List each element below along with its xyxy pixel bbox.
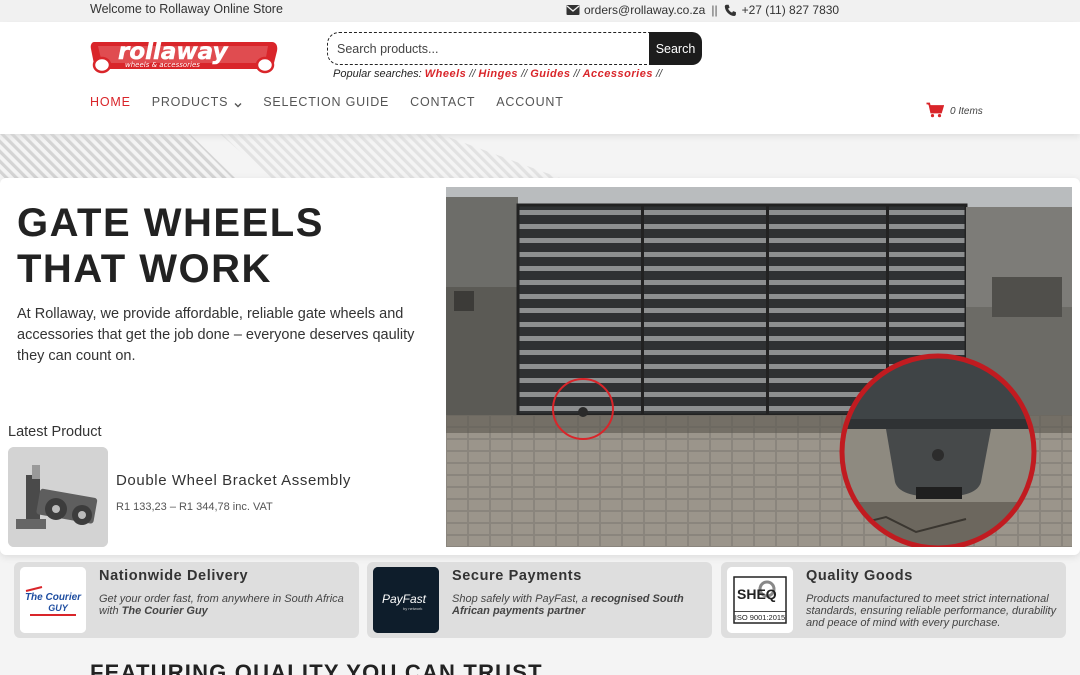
nav-item-contact[interactable]: CONTACT — [410, 95, 475, 109]
rollaway-logo[interactable]: rollaway wheels & accessories — [88, 34, 278, 74]
courier-guy-logo: The Courier GUY — [20, 567, 86, 633]
sheq-iso-logo: SHEQ ISO 9001:2015 — [727, 567, 793, 633]
hero-description: At Rollaway, we provide affordable, reli… — [17, 306, 415, 364]
svg-text:ISO 9001:2015: ISO 9001:2015 — [735, 613, 785, 622]
popular-link-wheels[interactable]: Wheels — [425, 68, 467, 80]
search-bar: Search — [327, 32, 702, 65]
popular-link-guides[interactable]: Guides — [530, 68, 570, 80]
email-link[interactable]: orders@rollaway.co.za — [584, 3, 705, 17]
product-image[interactable] — [8, 447, 108, 547]
contact-info: orders@rollaway.co.za || +27 (11) 827 78… — [566, 3, 839, 17]
feature-text: Get your order fast, from anywhere in So… — [99, 593, 344, 617]
cart-count: 0 Items — [950, 106, 983, 117]
svg-text:PayFast: PayFast — [382, 592, 427, 606]
nav-item-products[interactable]: PRODUCTS — [152, 95, 243, 109]
hero-title: GATE WHEELS THAT WORK — [17, 201, 324, 291]
hero-section: GATE WHEELS THAT WORK At Rollaway, we pr… — [0, 178, 1080, 555]
decorative-stripes — [0, 134, 1080, 178]
phone-icon — [724, 4, 738, 16]
payfast-logo: PayFast by network — [373, 567, 439, 633]
gate-wheel-hero-image — [446, 187, 1072, 547]
product-name-link[interactable]: Double Wheel Bracket Assembly — [116, 472, 351, 489]
nav-item-selection-guide[interactable]: SELECTION GUIDE — [263, 95, 389, 109]
cart-button[interactable]: 0 Items — [926, 102, 983, 121]
feature-card-delivery: The Courier GUY Nationwide Delivery Get … — [14, 562, 359, 638]
search-button[interactable]: Search — [649, 32, 702, 65]
contact-separator: || — [711, 3, 718, 17]
product-price: R1 133,23 – R1 344,78 inc. VAT — [116, 501, 273, 513]
chevron-down-icon — [234, 98, 242, 108]
feature-card-payments: PayFast by network Secure Payments Shop … — [367, 562, 712, 638]
site-header: rollaway wheels & accessories Search Pop… — [0, 22, 1080, 134]
popular-link-hinges[interactable]: Hinges — [478, 68, 518, 80]
feature-text: Shop safely with PayFast, a recognised S… — [452, 593, 684, 617]
welcome-text: Welcome to Rollaway Online Store — [90, 2, 283, 16]
feature-title: Quality Goods — [806, 568, 913, 584]
top-bar: Welcome to Rollaway Online Store orders@… — [0, 0, 1080, 22]
popular-label: Popular searches: — [333, 68, 422, 80]
svg-text:GUY: GUY — [48, 603, 69, 613]
feature-text: Products manufactured to meet strict int… — [806, 593, 1057, 629]
search-input[interactable] — [327, 32, 651, 65]
popular-searches: Popular searches: Wheels//Hinges//Guides… — [333, 68, 663, 80]
phone-link[interactable]: +27 (11) 827 7830 — [742, 3, 840, 17]
main-nav: HOME PRODUCTS SELECTION GUIDE CONTACT AC… — [90, 95, 585, 109]
nav-item-label: PRODUCTS — [151, 95, 229, 109]
feature-title: Secure Payments — [452, 568, 582, 584]
popular-link-accessories[interactable]: Accessories — [583, 68, 653, 80]
nav-item-home[interactable]: HOME — [90, 95, 131, 109]
svg-text:SHEQ: SHEQ — [737, 586, 777, 602]
featuring-heading: FEATURING QUALITY YOU CAN TRUST — [90, 660, 543, 675]
logo-tagline: wheels & accessories — [125, 61, 200, 69]
envelope-icon — [566, 4, 580, 16]
cart-icon — [926, 102, 945, 121]
svg-text:The Courier: The Courier — [25, 592, 82, 603]
feature-card-quality: SHEQ ISO 9001:2015 Quality Goods Product… — [721, 562, 1066, 638]
nav-item-account[interactable]: ACCOUNT — [496, 95, 563, 109]
svg-text:by network: by network — [403, 606, 422, 611]
feature-title: Nationwide Delivery — [99, 568, 249, 584]
latest-product-label: Latest Product — [8, 424, 102, 440]
